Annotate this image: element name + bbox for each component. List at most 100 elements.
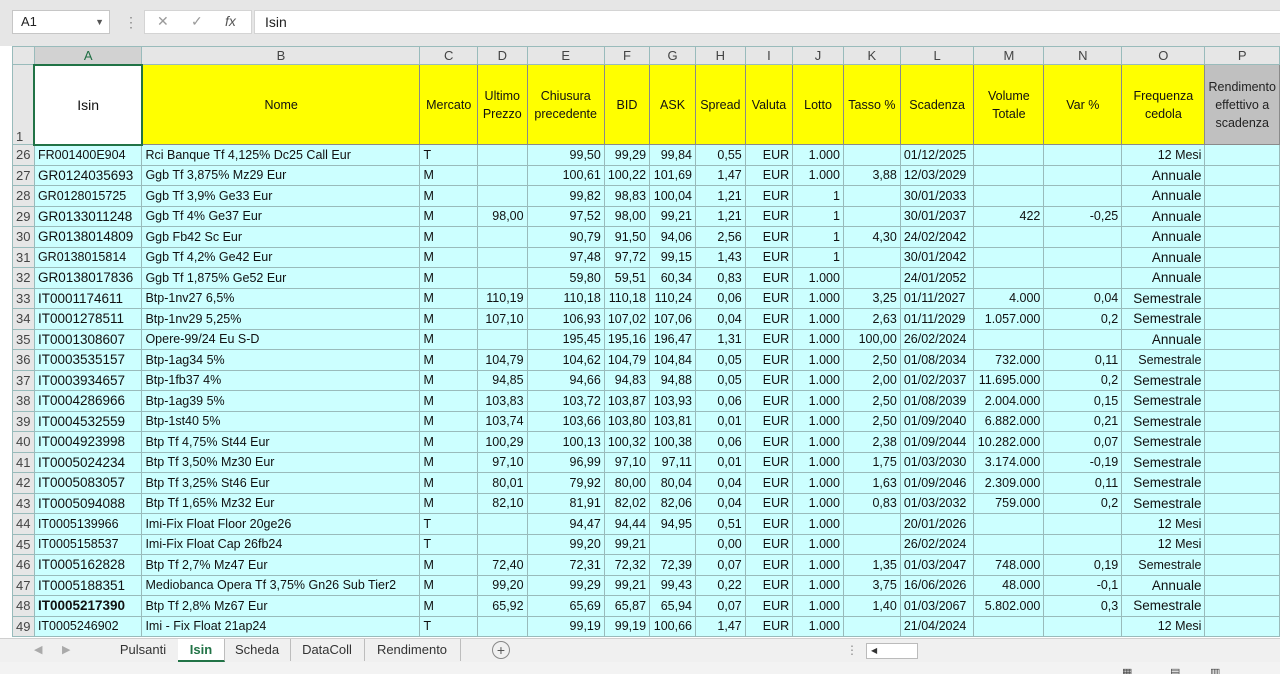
cell-spread[interactable]: 0,01 bbox=[694, 410, 746, 432]
cell-volume[interactable] bbox=[973, 246, 1045, 268]
cell-scadenza[interactable]: 30/01/2042 bbox=[899, 246, 975, 268]
cell-ask[interactable]: 94,95 bbox=[649, 513, 696, 535]
cell-nome[interactable]: Btp-1nv29 5,25% bbox=[141, 308, 421, 330]
cell-bid[interactable]: 110,18 bbox=[603, 287, 651, 309]
cell-lotto[interactable]: 1.000 bbox=[792, 615, 844, 637]
cell-freq[interactable]: Semestrale bbox=[1121, 410, 1206, 432]
cell-chiusura[interactable]: 94,66 bbox=[526, 369, 605, 391]
cell-freq[interactable]: Semestrale bbox=[1121, 431, 1206, 453]
cell-chiusura[interactable]: 59,80 bbox=[526, 267, 605, 289]
cell-lotto[interactable]: 1.000 bbox=[792, 369, 844, 391]
cell-chiusura[interactable]: 90,79 bbox=[526, 226, 605, 248]
cell-valuta[interactable]: EUR bbox=[744, 226, 794, 248]
cell-ask[interactable]: 100,04 bbox=[649, 185, 696, 207]
cell-spread[interactable]: 0,06 bbox=[694, 431, 746, 453]
row-header[interactable]: 45 bbox=[12, 533, 35, 555]
cell-scadenza[interactable]: 01/11/2029 bbox=[899, 308, 975, 330]
cell-rendimento[interactable] bbox=[1204, 595, 1280, 617]
header-cell[interactable]: Mercato bbox=[419, 64, 478, 145]
cell-chiusura[interactable]: 81,91 bbox=[526, 492, 605, 514]
cell-volume[interactable] bbox=[973, 328, 1045, 350]
cell-isin[interactable]: GR0138015814 bbox=[33, 246, 143, 268]
cell-mercato[interactable]: T bbox=[419, 513, 478, 535]
cell-rendimento[interactable] bbox=[1204, 451, 1280, 473]
cell-ask[interactable]: 100,38 bbox=[649, 431, 696, 453]
cell-valuta[interactable]: EUR bbox=[744, 369, 794, 391]
cell-valuta[interactable]: EUR bbox=[744, 328, 794, 350]
cell-tasso[interactable]: 1,35 bbox=[842, 554, 901, 576]
cell-scadenza[interactable]: 01/03/2067 bbox=[899, 595, 975, 617]
cell-freq[interactable]: Semestrale bbox=[1121, 554, 1206, 576]
cell-ask[interactable]: 60,34 bbox=[649, 267, 696, 289]
cell-mercato[interactable]: M bbox=[419, 390, 478, 412]
column-header-g[interactable]: G bbox=[649, 46, 696, 65]
cell-valuta[interactable]: EUR bbox=[744, 164, 794, 186]
cell-chiusura[interactable]: 100,13 bbox=[526, 431, 605, 453]
cell-isin[interactable]: FR001400E904 bbox=[33, 144, 143, 166]
prev-sheet-icon[interactable]: ◀ bbox=[34, 643, 42, 656]
cell-nome[interactable]: Btp Tf 3,50% Mz30 Eur bbox=[141, 451, 421, 473]
cell-bid[interactable]: 99,19 bbox=[603, 615, 651, 637]
cell-var[interactable] bbox=[1043, 246, 1123, 268]
cell-ultimo[interactable] bbox=[476, 164, 528, 186]
cell-chiusura[interactable]: 103,72 bbox=[526, 390, 605, 412]
cell-isin[interactable]: IT0001308607 bbox=[33, 328, 143, 350]
cell-mercato[interactable]: M bbox=[419, 410, 478, 432]
cell-spread[interactable]: 0,00 bbox=[694, 533, 746, 555]
row-header[interactable]: 39 bbox=[12, 410, 35, 432]
cell-tasso[interactable]: 1,75 bbox=[842, 451, 901, 473]
cell-isin[interactable]: GR0133011248 bbox=[33, 205, 143, 227]
cell-isin[interactable]: IT0004923998 bbox=[33, 431, 143, 453]
cell-volume[interactable] bbox=[973, 513, 1045, 535]
enter-icon[interactable]: ✓ bbox=[191, 13, 203, 30]
cell-volume[interactable]: 759.000 bbox=[973, 492, 1045, 514]
cell-nome[interactable]: Opere-99/24 Eu S-D bbox=[141, 328, 421, 350]
cell-tasso[interactable] bbox=[842, 205, 901, 227]
cell-ultimo[interactable]: 97,10 bbox=[476, 451, 528, 473]
cell-nome[interactable]: Ggb Tf 4,2% Ge42 Eur bbox=[141, 246, 421, 268]
cell-volume[interactable]: 422 bbox=[973, 205, 1045, 227]
cell-volume[interactable]: 732.000 bbox=[973, 349, 1045, 371]
cell-ultimo[interactable]: 100,29 bbox=[476, 431, 528, 453]
cell-tasso[interactable] bbox=[842, 246, 901, 268]
cell-mercato[interactable]: T bbox=[419, 533, 478, 555]
cell-lotto[interactable]: 1.000 bbox=[792, 533, 844, 555]
cell-rendimento[interactable] bbox=[1204, 410, 1280, 432]
cell-isin[interactable]: IT0005217390 bbox=[33, 595, 143, 617]
header-cell[interactable]: Chiusura precedente bbox=[526, 64, 605, 145]
cell-rendimento[interactable] bbox=[1204, 308, 1280, 330]
cell-isin[interactable]: GR0138017836 bbox=[33, 267, 143, 289]
cell-lotto[interactable]: 1.000 bbox=[792, 164, 844, 186]
cell-var[interactable] bbox=[1043, 533, 1123, 555]
cell-tasso[interactable] bbox=[842, 615, 901, 637]
cell-spread[interactable]: 0,51 bbox=[694, 513, 746, 535]
cell-volume[interactable] bbox=[973, 226, 1045, 248]
row-header[interactable]: 26 bbox=[12, 144, 35, 166]
cell-spread[interactable]: 1,47 bbox=[694, 615, 746, 637]
cell-var[interactable] bbox=[1043, 328, 1123, 350]
cell-volume[interactable]: 2.004.000 bbox=[973, 390, 1045, 412]
cell-chiusura[interactable]: 94,47 bbox=[526, 513, 605, 535]
column-header-b[interactable]: B bbox=[141, 46, 421, 65]
cell-volume[interactable]: 10.282.000 bbox=[973, 431, 1045, 453]
column-header-i[interactable]: I bbox=[744, 46, 794, 65]
row-header[interactable]: 47 bbox=[12, 574, 35, 596]
cell-bid[interactable]: 91,50 bbox=[603, 226, 651, 248]
row-header[interactable]: 41 bbox=[12, 451, 35, 473]
row-header[interactable]: 30 bbox=[12, 226, 35, 248]
formula-input[interactable]: Isin bbox=[254, 10, 1280, 34]
cell-nome[interactable]: Imi - Fix Float 21ap24 bbox=[141, 615, 421, 637]
cell-spread[interactable]: 0,83 bbox=[694, 267, 746, 289]
cell-volume[interactable] bbox=[973, 185, 1045, 207]
cell-ultimo[interactable] bbox=[476, 226, 528, 248]
row-header[interactable]: 42 bbox=[12, 472, 35, 494]
row-header[interactable]: 36 bbox=[12, 349, 35, 371]
cell-tasso[interactable]: 100,00 bbox=[842, 328, 901, 350]
column-header-e[interactable]: E bbox=[526, 46, 605, 65]
cell-rendimento[interactable] bbox=[1204, 287, 1280, 309]
sheet-tab-datacoll[interactable]: DataColl bbox=[290, 639, 365, 661]
cell-var[interactable]: 0,04 bbox=[1043, 287, 1123, 309]
row-header[interactable]: 40 bbox=[12, 431, 35, 453]
cell-spread[interactable]: 0,06 bbox=[694, 390, 746, 412]
cell-var[interactable]: -0,25 bbox=[1043, 205, 1123, 227]
